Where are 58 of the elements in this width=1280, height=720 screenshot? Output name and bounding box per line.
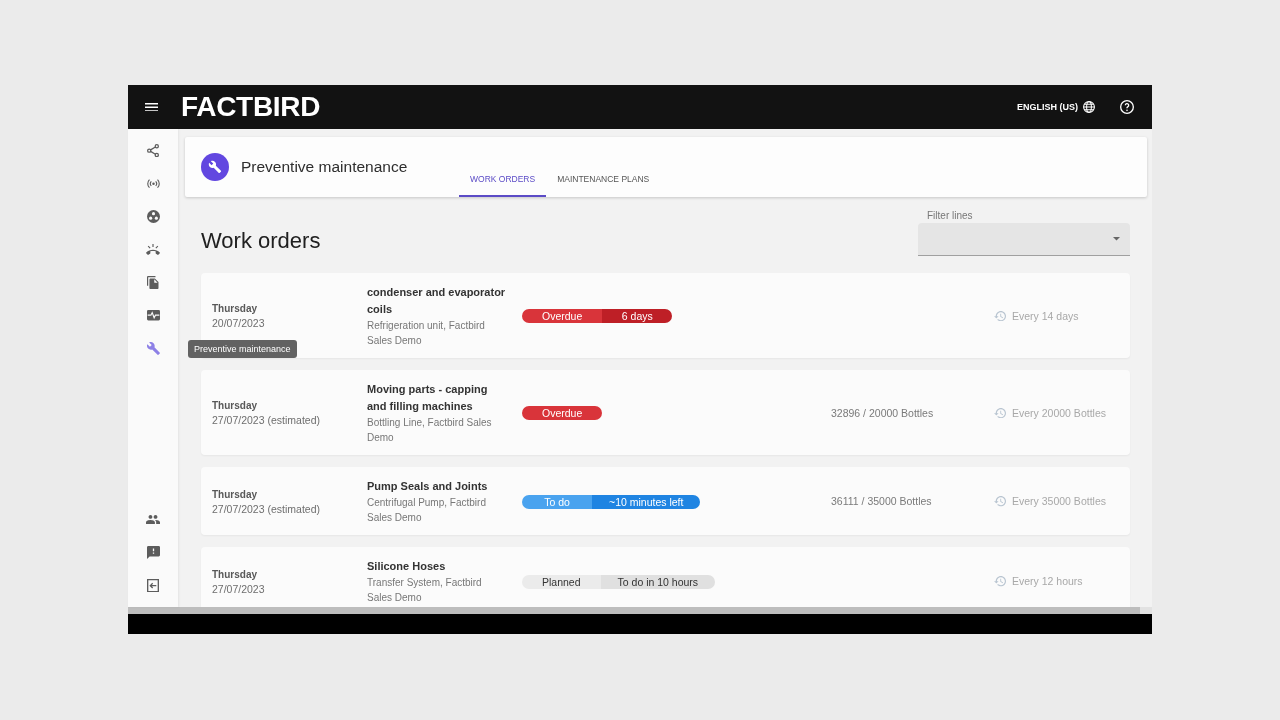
due-badge: 6 days: [602, 309, 673, 323]
location-text: Refrigeration unit, Factbird Sales Demo: [367, 319, 486, 348]
day-label: Thursday: [212, 567, 257, 582]
counter-text: 36111 / 35000 Bottles: [831, 494, 932, 509]
work-order-card[interactable]: Thursday 27/07/2023 (estimated) Pump Seals and Joints Centrifugal Pump, Factbird Sales Demo To do ~10 minutes left 36111 / 35000 Bottles Every 35000 Bottles: [201, 467, 1130, 535]
location-text: Transfer System, Factbird Sales Demo: [367, 576, 483, 605]
phone-ring-icon[interactable]: [146, 244, 160, 255]
date-label: 20/07/2023: [212, 316, 265, 331]
day-label: Thursday: [212, 399, 257, 413]
pulse-monitor-icon[interactable]: [146, 310, 160, 321]
wrench-icon[interactable]: [146, 342, 160, 355]
status-badge: Planned: [522, 574, 601, 589]
circle-dots-icon[interactable]: [146, 210, 160, 223]
tab[interactable]: MAINTENANCE PLANS: [546, 163, 661, 197]
date-label: 27/07/2023 (estimated): [212, 413, 320, 428]
task-title: Moving parts - capping and filling machines: [367, 382, 489, 414]
interval-text: Every 35000 Bottles: [1012, 494, 1106, 509]
page-heading: Work orders: [201, 227, 321, 255]
alert-bubble-icon[interactable]: [146, 546, 160, 559]
status-badge: Overdue: [522, 406, 603, 420]
task-title: Silicone Hoses: [367, 559, 447, 574]
logo[interactable]: FACTBIRD: [181, 92, 321, 122]
date-label: 27/07/2023: [212, 581, 265, 597]
horizontal-scrollbar[interactable]: [128, 607, 1152, 614]
status-badge: Overdue: [522, 309, 603, 323]
nodes-icon[interactable]: [147, 143, 159, 158]
date-label: 27/07/2023 (estimated): [212, 501, 320, 517]
documents-icon[interactable]: [147, 275, 159, 290]
due-badge: To do in 10 hours: [600, 574, 716, 589]
language-button[interactable]: ENGLISH (US): [1017, 100, 1095, 114]
task-title: condenser and evaporator coils: [367, 285, 507, 317]
globe-icon: [1083, 101, 1095, 113]
people-icon[interactable]: [146, 515, 160, 524]
work-order-card[interactable]: Thursday 27/07/2023 Silicone Hoses Transfer System, Factbird Sales Demo Planned To do in 10 hours Every 12 hours: [201, 547, 1130, 607]
location-text: Bottling Line, Factbird Sales Demo: [367, 416, 493, 445]
interval-text: Every 12 hours: [1012, 574, 1083, 589]
counter-text: 32896 / 20000 Bottles: [831, 405, 934, 421]
history-icon: [994, 310, 1006, 322]
due-badge: ~10 minutes left: [592, 494, 701, 509]
history-icon: [994, 576, 1006, 587]
page-title: Preventive maintenance: [241, 157, 408, 177]
status-badge: To do: [522, 494, 592, 509]
caret-icon: [1113, 237, 1120, 241]
work-order-card[interactable]: Thursday 27/07/2023 (estimated) Moving parts - capping and filling machines Bottling Line, Factbird Sales Demo Overdue 32896 / 20000 Bottles Every 20000 Bottles: [201, 370, 1130, 455]
wrench-icon: [201, 153, 229, 181]
history-icon: [994, 407, 1006, 419]
tab[interactable]: WORK ORDERS: [459, 163, 547, 197]
field-label: Filter lines: [926, 209, 974, 223]
task-title: Pump Seals and Joints: [367, 479, 489, 494]
interval-text: Every 14 days: [1012, 308, 1079, 324]
location-text: Centrifugal Pump, Factbird Sales Demo: [367, 496, 487, 525]
day-label: Thursday: [212, 302, 257, 316]
menu-icon[interactable]: [145, 102, 158, 112]
day-label: Thursday: [212, 487, 257, 502]
history-icon: [994, 496, 1006, 507]
help-icon[interactable]: [1120, 100, 1134, 114]
broadcast-icon[interactable]: [146, 178, 160, 189]
interval-text: Every 20000 Bottles: [1012, 405, 1106, 421]
